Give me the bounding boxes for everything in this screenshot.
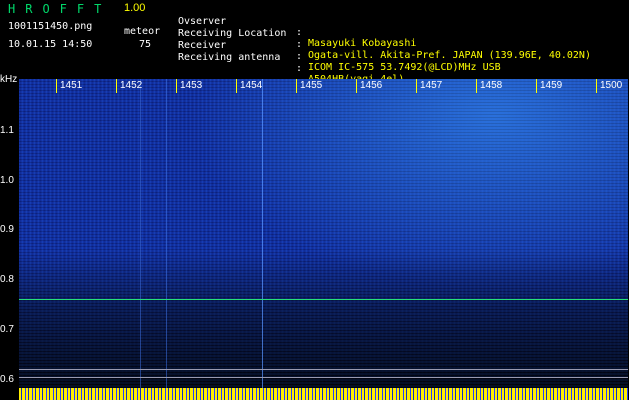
meta-separator: :	[296, 27, 303, 38]
y-tick-label: 0.8	[0, 274, 14, 285]
signal-strength-strip	[19, 388, 628, 400]
reference-line	[19, 369, 628, 370]
meta-separator: :	[296, 39, 303, 50]
time-label: 1454	[240, 80, 263, 91]
y-unit-label: kHz	[0, 74, 18, 85]
carrier-line	[19, 299, 628, 300]
y-tick-label: 1.0	[0, 175, 14, 186]
time-tick	[356, 79, 357, 93]
meteor-trace	[262, 79, 263, 388]
meteor-trace	[140, 79, 141, 388]
filename: 1001151450.png	[8, 21, 93, 32]
meteor-trace	[166, 79, 167, 388]
spectrogram-noise	[19, 79, 628, 388]
time-tick	[296, 79, 297, 93]
y-tick-label: 0.6	[0, 374, 14, 385]
meta-separator: :	[296, 63, 303, 74]
meta-value: ICOM IC-575 53.7492(@LCD)MHz USB	[308, 62, 501, 73]
app-name: HROFFT	[8, 2, 112, 16]
time-label: 1451	[60, 80, 83, 91]
time-label: 1453	[180, 80, 203, 91]
time-tick	[236, 79, 237, 93]
header-panel: HROFFT 1.00 1001151450.png 10.01.15 14:5…	[0, 0, 629, 85]
time-label: 1455	[300, 80, 323, 91]
count-value: 75	[139, 39, 152, 50]
time-label: 1500	[600, 80, 623, 91]
spectrogram-plot	[19, 79, 628, 388]
time-tick	[56, 79, 57, 93]
time-tick	[536, 79, 537, 93]
datetime: 10.01.15 14:50	[8, 39, 93, 50]
time-tick	[116, 79, 117, 93]
mode-label: meteor	[124, 26, 161, 37]
meta-value: Ogata-vill. Akita-Pref. JAPAN (139.96E, …	[308, 50, 591, 61]
time-tick	[416, 79, 417, 93]
time-tick	[596, 79, 597, 93]
time-tick	[476, 79, 477, 93]
reference-line	[19, 377, 628, 378]
meta-separator: :	[296, 51, 303, 62]
time-tick	[176, 79, 177, 93]
time-label: 1456	[360, 80, 383, 91]
y-tick-label: 0.9	[0, 224, 14, 235]
time-label: 1458	[480, 80, 503, 91]
meta-value: Masayuki Kobayashi	[308, 38, 417, 49]
time-label: 1459	[540, 80, 563, 91]
y-tick-label: 1.1	[0, 125, 14, 136]
time-label: 1452	[120, 80, 143, 91]
y-tick-label: 0.7	[0, 324, 14, 335]
meta-key: Receiving antenna	[178, 52, 281, 63]
app-version: 1.00	[124, 2, 146, 14]
time-label: 1457	[420, 80, 443, 91]
